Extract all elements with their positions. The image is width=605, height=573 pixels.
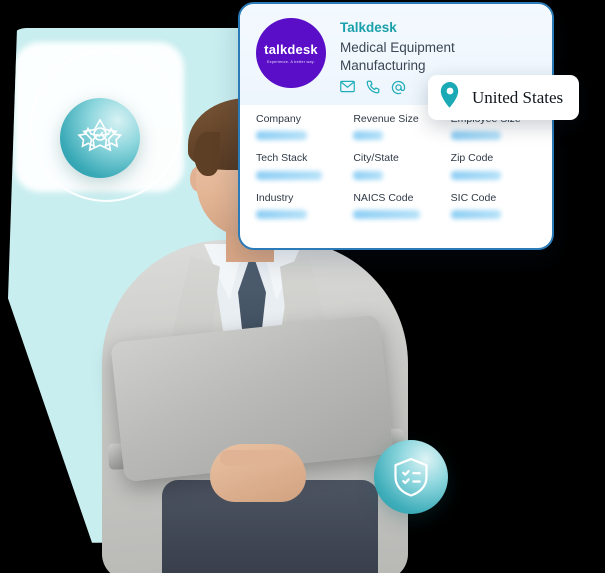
company-name: Talkdesk — [340, 20, 397, 35]
field-zip-code: Zip Code — [450, 152, 538, 180]
field-revenue-size: Revenue Size — [353, 113, 440, 141]
field-value-masked — [256, 210, 307, 220]
logo-wordmark: talkdesk — [264, 42, 318, 57]
email-icon[interactable] — [340, 80, 355, 95]
company-fields-grid: Company Revenue Size Employee Size Tech … — [240, 104, 552, 232]
country-label: United States — [472, 87, 564, 107]
field-label: Tech Stack — [256, 152, 308, 165]
field-value-masked — [450, 210, 502, 220]
hero-illustration: talkdesk Experience. A better way. Talkd… — [0, 0, 605, 573]
company-data-card[interactable]: talkdesk Experience. A better way. Talkd… — [238, 2, 554, 250]
field-city-state: City/State — [353, 152, 440, 180]
hands — [210, 444, 306, 502]
country-tooltip[interactable]: United States — [428, 75, 580, 120]
shield-checklist-icon — [394, 457, 428, 497]
field-value-masked — [256, 170, 323, 180]
field-label: NAICS Code — [353, 191, 414, 204]
field-value-masked — [450, 131, 502, 141]
field-label: SIC Code — [450, 191, 497, 204]
stars-check-icon — [77, 118, 123, 152]
field-value-masked — [353, 131, 384, 141]
field-value-masked — [353, 170, 384, 180]
field-value-masked — [256, 131, 307, 141]
logo-tagline: Experience. A better way. — [267, 60, 315, 64]
quality-stars-badge — [60, 98, 140, 178]
website-icon[interactable] — [391, 80, 406, 95]
field-label: City/State — [353, 152, 399, 165]
field-industry: Industry — [256, 192, 343, 220]
location-pin-icon — [440, 82, 460, 113]
field-value-masked — [450, 170, 502, 180]
field-value-masked — [353, 210, 420, 220]
company-logo: talkdesk Experience. A better way. — [256, 18, 326, 88]
field-label: Zip Code — [450, 152, 494, 165]
field-label: Company — [256, 112, 301, 125]
field-company: Company — [256, 113, 343, 141]
data-security-badge — [374, 440, 448, 514]
field-label: Industry — [256, 191, 294, 204]
field-label: Revenue Size — [353, 112, 419, 125]
field-naics-code: NAICS Code — [353, 192, 440, 220]
phone-icon[interactable] — [366, 80, 380, 95]
company-industry: Medical Equipment Manufacturing — [340, 39, 455, 73]
field-tech-stack: Tech Stack — [256, 152, 343, 180]
field-sic-code: SIC Code — [450, 191, 538, 220]
